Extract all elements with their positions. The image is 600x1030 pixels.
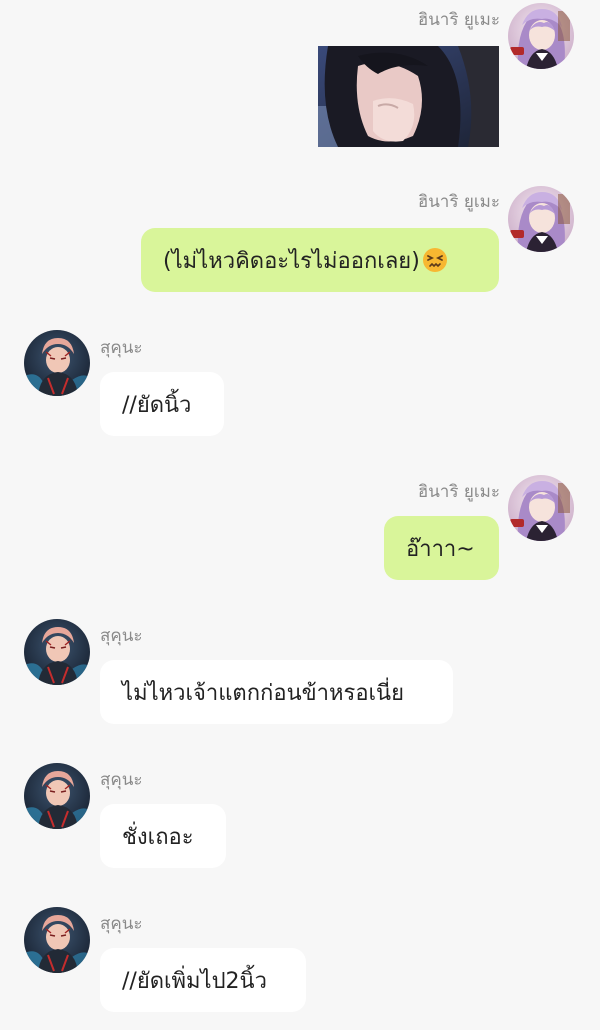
sender-name: ฮินาริ ยูเมะ: [417, 192, 500, 212]
sukuna-avatar[interactable]: [24, 907, 90, 973]
message-text: ชั่งเถอะ: [122, 824, 194, 850]
message-text: //ยัดนิ้ว: [122, 392, 192, 418]
sukuna-avatar[interactable]: [24, 330, 90, 396]
sender-name: สุคุนะ: [100, 770, 143, 790]
image-message[interactable]: [318, 46, 499, 147]
message-bubble[interactable]: (ไม่ไหวคิดอะไรไม่ออกเลย): [141, 228, 499, 292]
message-bubble[interactable]: //ยัดนิ้ว: [100, 372, 224, 436]
hinari-avatar[interactable]: [508, 475, 574, 541]
sender-name: ฮินาริ ยูเมะ: [417, 482, 500, 502]
sender-name: ฮินาริ ยูเมะ: [417, 10, 500, 30]
sender-name: สุคุนะ: [100, 626, 143, 646]
message-bubble[interactable]: ชั่งเถอะ: [100, 804, 226, 868]
message-bubble[interactable]: อ๊าาา~: [384, 516, 499, 580]
message-text: //ยัดเพิ่มไป2นิ้ว: [122, 968, 267, 994]
message-text: ไม่ไหวเจ้าแตกก่อนข้าหรอเนี่ย: [122, 680, 404, 706]
message-bubble[interactable]: //ยัดเพิ่มไป2นิ้ว: [100, 948, 306, 1012]
message-text: (ไม่ไหวคิดอะไรไม่ออกเลย): [163, 248, 420, 274]
photo-of-girl-covering-mouth-icon: [318, 46, 499, 147]
sukuna-avatar[interactable]: [24, 763, 90, 829]
sukuna-avatar[interactable]: [24, 619, 90, 685]
message-bubble[interactable]: ไม่ไหวเจ้าแตกก่อนข้าหรอเนี่ย: [100, 660, 453, 724]
hinari-avatar[interactable]: [508, 186, 574, 252]
confounded-face-emoji-icon: [422, 248, 447, 272]
hinari-avatar[interactable]: [508, 3, 574, 69]
sender-name: สุคุนะ: [100, 338, 143, 358]
sender-name: สุคุนะ: [100, 914, 143, 934]
message-text: อ๊าาา~: [406, 536, 475, 562]
